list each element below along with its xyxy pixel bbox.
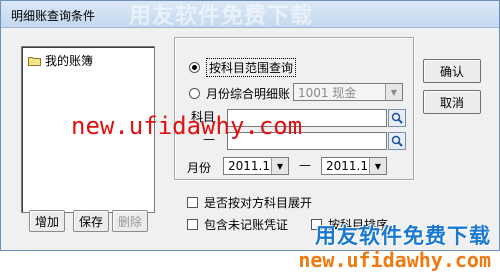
radio-monthly[interactable]: 月份综合明细账 bbox=[189, 85, 290, 102]
radio-unselected-indicator bbox=[189, 88, 200, 99]
month-range-dash: — bbox=[299, 158, 311, 172]
checkbox-box bbox=[187, 219, 198, 230]
checkbox-box bbox=[187, 197, 198, 208]
radio-by-range[interactable]: 按科目范围查询 bbox=[189, 58, 297, 77]
add-button[interactable]: 增加 bbox=[29, 210, 65, 232]
tree-item-label: 我的账簿 bbox=[45, 54, 94, 68]
monthly-account-select[interactable]: 1001 现金 ▼ bbox=[293, 83, 403, 101]
folder-icon bbox=[28, 56, 41, 66]
chevron-down-icon[interactable]: ▼ bbox=[385, 84, 402, 100]
monthly-account-value: 1001 现金 bbox=[298, 85, 357, 100]
radio-monthly-label: 月份综合明细账 bbox=[206, 87, 291, 101]
search-icon bbox=[391, 135, 403, 147]
query-dialog: 明细账查询条件 用友软件免费下载 我的账簿 增加 保存 删除 按科目范围查询 月… bbox=[0, 0, 500, 272]
delete-button[interactable]: 删除 bbox=[112, 210, 148, 232]
month-from-select[interactable]: 2011.12 ▼ bbox=[223, 157, 289, 175]
url-watermark: new.ufidawhy.com bbox=[71, 112, 303, 140]
search-icon bbox=[391, 112, 403, 124]
radio-selected-indicator bbox=[189, 62, 200, 73]
radio-by-range-label: 按科目范围查询 bbox=[206, 58, 297, 77]
chevron-down-icon[interactable]: ▼ bbox=[369, 158, 386, 174]
confirm-button[interactable]: 确认 bbox=[423, 59, 481, 83]
cancel-button[interactable]: 取消 bbox=[423, 90, 481, 114]
checkbox-counter-account[interactable]: 是否按对方科目展开 bbox=[187, 194, 312, 211]
title-watermark: 用友软件免费下载 bbox=[128, 4, 313, 29]
brand-watermark-url: new.ufidawhy.com bbox=[298, 248, 491, 272]
brand-watermark: 用友软件免费下载 new.ufidawhy.com bbox=[298, 220, 491, 272]
subject-to-search-button[interactable] bbox=[388, 132, 406, 150]
save-button[interactable]: 保存 bbox=[73, 210, 109, 232]
title-bar: 明细账查询条件 用友软件免费下载 bbox=[1, 1, 499, 29]
checkbox-counter-account-label: 是否按对方科目展开 bbox=[204, 196, 313, 210]
month-label: 月份 bbox=[187, 161, 212, 175]
brand-watermark-cn: 用友软件免费下载 bbox=[315, 224, 491, 248]
chevron-down-icon[interactable]: ▼ bbox=[271, 158, 288, 174]
checkbox-include-unposted-label: 包含未记账凭证 bbox=[204, 218, 289, 232]
checkbox-include-unposted[interactable]: 包含未记账凭证 bbox=[187, 216, 288, 233]
month-to-select[interactable]: 2011.12 ▼ bbox=[321, 157, 387, 175]
subject-from-search-button[interactable] bbox=[388, 109, 406, 127]
tree-item-my-books[interactable]: 我的账簿 bbox=[28, 52, 93, 69]
query-mode-group: 按科目范围查询 月份综合明细账 1001 现金 ▼ 科目 — 月份 2011.1… bbox=[174, 37, 414, 180]
